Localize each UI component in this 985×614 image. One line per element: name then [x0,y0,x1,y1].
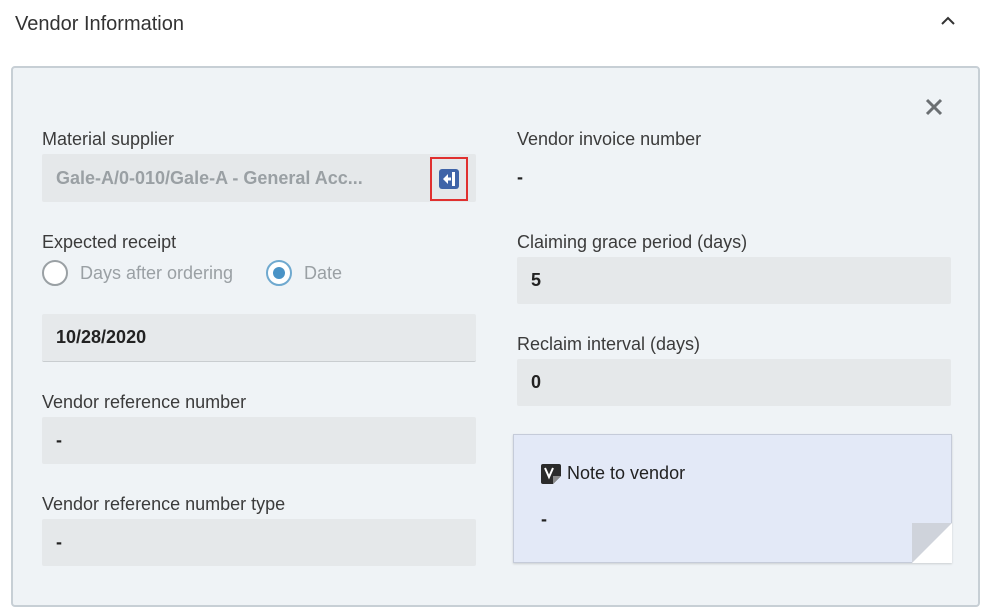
material-supplier-value: Gale-A/0-010/Gale-A - General Acc... [56,167,363,188]
navigate-to-vendor-button[interactable] [430,157,468,201]
claiming-grace-period-field[interactable]: 5 [517,257,951,304]
note-to-vendor-title-row: Note to vendor [541,463,685,484]
section-title: Vendor Information [15,13,184,35]
vendor-reference-number-label: Vendor reference number [42,392,247,412]
vendor-reference-number-field[interactable]: - [42,417,476,464]
reclaim-interval-field[interactable]: 0 [517,359,951,406]
expected-receipt-label: Expected receipt [42,232,177,252]
radio-date-label: Date [304,262,343,283]
note-to-vendor-value: - [541,509,547,529]
vendor-invoice-number-field: - [517,160,951,194]
close-button[interactable] [921,94,947,120]
radio-days-after-ordering-label: Days after ordering [80,262,234,283]
claiming-grace-period-value: 5 [531,270,542,290]
vendor-reference-number-value: - [56,430,62,450]
vendor-invoice-number-label: Vendor invoice number [517,129,702,149]
note-to-vendor-title: Note to vendor [567,463,686,483]
radio-circle-selected [266,260,292,286]
close-icon [925,98,943,116]
vendor-reference-number-type-value: - [56,532,62,552]
vendor-note-icon [541,463,561,484]
expected-receipt-date-value: 10/28/2020 [56,327,147,347]
chevron-up-icon [941,16,955,25]
vendor-invoice-number-value: - [517,166,523,187]
material-supplier-label: Material supplier [42,129,175,149]
material-supplier-field: Gale-A/0-010/Gale-A - General Acc... [42,154,476,202]
navigate-to-vendor-icon [439,169,459,189]
collapse-section-button[interactable] [937,10,959,32]
radio-date[interactable]: Date [266,260,342,286]
vendor-reference-number-type-field[interactable]: - [42,519,476,566]
radio-dot [273,267,285,279]
reclaim-interval-label: Reclaim interval (days) [517,334,701,354]
note-fold-corner [912,523,952,563]
vendor-reference-number-type-label: Vendor reference number type [42,494,286,514]
note-to-vendor-card[interactable]: Note to vendor - [513,434,952,563]
reclaim-interval-value: 0 [531,372,542,392]
radio-days-after-ordering[interactable]: Days after ordering [42,260,233,286]
expected-receipt-date-input[interactable]: 10/28/2020 [42,314,476,362]
radio-circle [42,260,68,286]
claiming-grace-period-label: Claiming grace period (days) [517,232,748,252]
